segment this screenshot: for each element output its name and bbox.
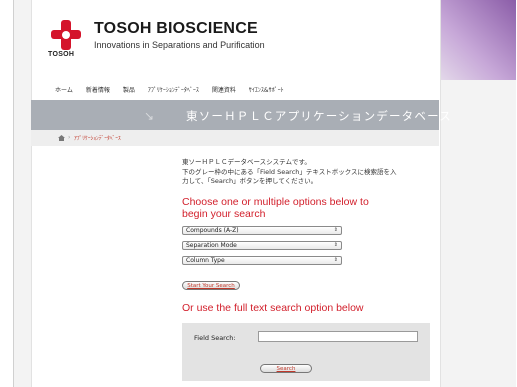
fulltext-heading: Or use the full text search option below — [182, 302, 364, 314]
page-title: 東ソーＨＰＬＣアプリケーションデータベース — [186, 109, 452, 123]
breadcrumb-separator: › — [68, 134, 71, 141]
brand-title: TOSOH BIOSCIENCE — [94, 20, 258, 37]
nav-item-application-db[interactable]: ｱﾌﾟﾘｹｰｼｮﾝﾃﾞｰﾀﾍﾞｰｽ — [148, 85, 199, 94]
column-type-select-value: Column Type — [186, 257, 225, 264]
separation-mode-select-value: Separation Mode — [186, 242, 237, 249]
nav-item-products[interactable]: 製品 — [123, 85, 135, 94]
select-arrows-icon: ⇕ — [333, 242, 338, 248]
intro-line: 東ソーＨＰＬＣデータベースシステムです。 — [182, 158, 311, 166]
intro-line: 力して、「Search」ボタンを押してください。 — [182, 177, 318, 185]
select-arrows-icon: ⇕ — [333, 257, 338, 263]
home-icon[interactable] — [58, 135, 65, 141]
compounds-select-value: Compounds (A-Z) — [186, 227, 239, 234]
select-arrows-icon: ⇕ — [333, 227, 338, 233]
arrow-icon: ↘ — [144, 109, 155, 123]
options-heading: Choose one or multiple options below to … — [182, 196, 369, 220]
separation-mode-select[interactable]: Separation Mode ⇕ — [182, 241, 342, 250]
compounds-select[interactable]: Compounds (A-Z) ⇕ — [182, 226, 342, 235]
nav-item-home[interactable]: ホーム — [55, 85, 73, 94]
nav-item-science-support[interactable]: ｻｲｴﾝｽ&ｻﾎﾟｰﾄ — [249, 85, 284, 94]
tosoh-logo-icon[interactable] — [51, 20, 81, 50]
column-type-select[interactable]: Column Type ⇕ — [182, 256, 342, 265]
field-search-input[interactable] — [258, 331, 418, 342]
main-nav: ホーム 新着情報 製品 ｱﾌﾟﾘｹｰｼｮﾝﾃﾞｰﾀﾍﾞｰｽ 関連資料 ｻｲｴﾝｽ… — [55, 85, 284, 94]
nav-item-resources[interactable]: 関連資料 — [212, 85, 236, 94]
breadcrumb-current[interactable]: ｱﾌﾟﾘｹｰｼｮﾝﾃﾞｰﾀﾍﾞｰｽ — [74, 134, 121, 142]
field-search-label: Field Search: — [194, 334, 236, 342]
logo-wordmark: TOSOH — [48, 51, 75, 58]
intro-line: 下のグレー枠の中にある「Field Search」テキストボックスに検索語を入 — [182, 167, 397, 176]
nav-item-news[interactable]: 新着情報 — [86, 85, 110, 94]
intro-text: 東ソーＨＰＬＣデータベースシステムです。 下のグレー枠の中にある「Field S… — [182, 158, 422, 187]
search-button[interactable]: Search — [260, 364, 312, 373]
start-search-button[interactable]: Start Your Search — [182, 281, 240, 290]
brand-tagline: Innovations in Separations and Purificat… — [94, 40, 265, 50]
